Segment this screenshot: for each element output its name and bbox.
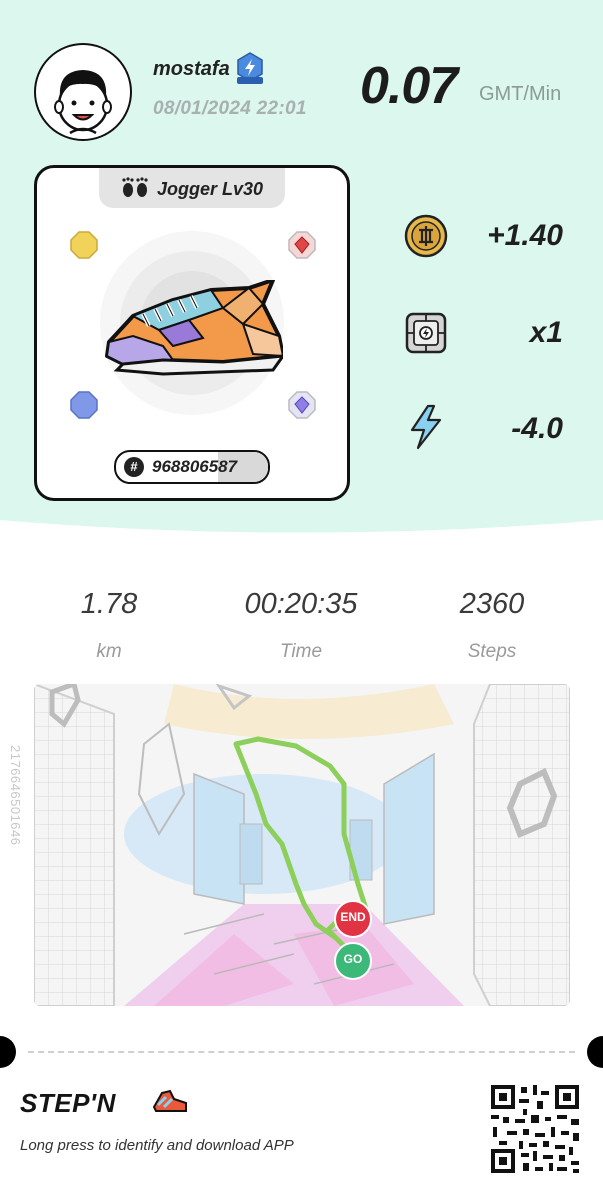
earning-rate: 0.07 — [360, 57, 458, 115]
time-value: 00:20:35 — [244, 588, 358, 620]
ticket-divider — [28, 1051, 575, 1053]
sneaker-type-label: Jogger Lv30 — [157, 179, 264, 199]
socket-yellow-icon[interactable] — [69, 230, 99, 260]
sneaker-id-number: 968806587 — [152, 457, 238, 476]
summary-panel: mostafa 08/01/2024 22:01 0.07 GMT/Min Jo… — [0, 0, 603, 545]
hash-icon: # — [124, 457, 144, 477]
avatar-face-icon — [54, 70, 112, 135]
socket-purple-gem-icon[interactable] — [287, 390, 317, 420]
sneaker-id-pill[interactable]: # 968806587 — [114, 450, 270, 484]
route-map[interactable]: END GO — [34, 684, 570, 1006]
socket-red-gem-icon[interactable] — [287, 230, 317, 260]
earning-rate-unit: GMT/Min — [479, 83, 562, 105]
mystery-box-count: x1 — [529, 316, 563, 349]
username: mostafa — [153, 58, 230, 80]
gmt-earned-value: +1.40 — [487, 219, 563, 252]
season-badge-icon — [237, 52, 263, 84]
socket-blue-icon[interactable] — [69, 390, 99, 420]
download-hint: Long press to identify and download APP — [20, 1137, 294, 1154]
footprints-icon — [122, 177, 148, 197]
energy-spent-value: -4.0 — [511, 412, 563, 445]
avatar[interactable] — [34, 43, 132, 141]
time-label: Time — [279, 641, 323, 662]
sneaker-logo-icon — [152, 1089, 187, 1112]
distance-value: 1.78 — [80, 588, 138, 620]
metric-steps: 2360 Steps — [392, 588, 592, 663]
steps-value: 2360 — [459, 588, 525, 620]
distance-label: km — [96, 641, 122, 662]
metric-distance: 1.78 km — [9, 588, 209, 663]
stepn-logo[interactable]: STEP'N — [20, 1088, 116, 1119]
ticket-notch-right — [587, 1036, 603, 1068]
route-start-pin[interactable]: GO — [334, 942, 372, 980]
sneaker-icon — [105, 280, 283, 376]
ticket-notch-left — [0, 1036, 16, 1068]
run-datetime: 08/01/2024 22:01 — [153, 98, 307, 119]
qr-code-icon[interactable] — [489, 1083, 581, 1175]
sneaker-card[interactable]: Jogger Lv30 # 968806587 — [34, 165, 350, 501]
metric-time: 00:20:35 Time — [201, 588, 401, 663]
route-end-pin[interactable]: END — [334, 900, 372, 938]
side-code: 2176646501646 — [8, 745, 23, 846]
sneaker-type-tab: Jogger Lv30 — [99, 168, 285, 208]
steps-label: Steps — [467, 641, 517, 662]
city-illustration — [34, 684, 570, 1006]
